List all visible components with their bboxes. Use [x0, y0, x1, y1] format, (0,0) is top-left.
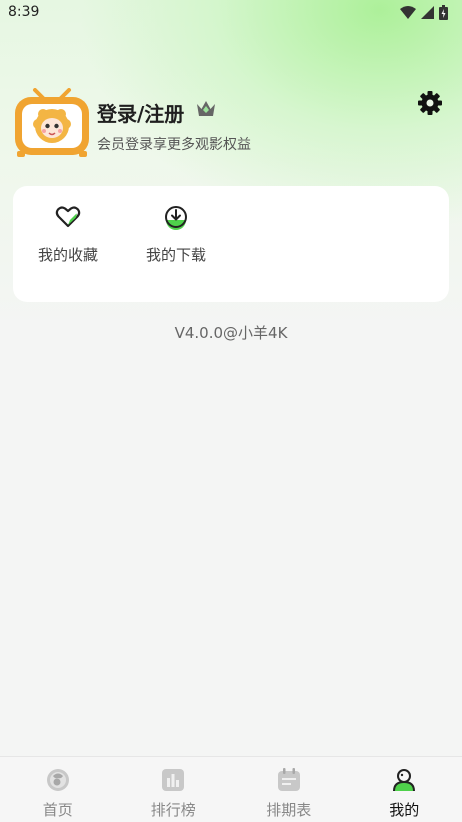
nav-tab-mine[interactable]: 我的	[347, 757, 462, 822]
my-downloads-button[interactable]: 我的下载	[131, 204, 221, 265]
nav-tab-home[interactable]: 首页	[0, 757, 116, 822]
settings-gear-icon[interactable]	[417, 90, 443, 116]
status-icons	[400, 5, 448, 20]
nav-label-ranking: 排行榜	[116, 799, 232, 820]
battery-icon	[439, 5, 448, 20]
version-text: V4.0.0@小羊4K	[0, 322, 462, 343]
status-bar: 8:39	[0, 0, 462, 26]
nav-tab-ranking[interactable]: 排行榜	[116, 757, 232, 822]
avatar[interactable]	[13, 88, 91, 158]
crown-icon	[196, 100, 216, 118]
my-favorites-label: 我的收藏	[23, 244, 113, 265]
member-benefit-text: 会员登录享更多观影权益	[97, 134, 251, 154]
home-icon	[45, 767, 71, 793]
status-time: 8:39	[8, 4, 39, 20]
quick-actions-card: 我的收藏 我的下载	[13, 186, 449, 302]
sheep-tv-logo-icon	[13, 88, 91, 158]
ranking-icon	[160, 767, 186, 793]
signal-icon	[421, 6, 434, 19]
calendar-icon	[276, 767, 302, 793]
login-register-link[interactable]: 登录/注册	[97, 98, 184, 127]
profile-icon	[391, 767, 417, 793]
nav-label-home: 首页	[0, 799, 116, 820]
heart-icon	[55, 204, 81, 230]
profile-header: 登录/注册 会员登录享更多观影权益	[13, 88, 449, 160]
nav-label-schedule: 排期表	[231, 799, 347, 820]
download-icon	[163, 204, 189, 230]
bottom-nav: 首页 排行榜 排期表 我的	[0, 756, 462, 822]
nav-label-mine: 我的	[347, 799, 462, 820]
wifi-icon	[400, 6, 416, 19]
my-downloads-label: 我的下载	[131, 244, 221, 265]
my-favorites-button[interactable]: 我的收藏	[23, 204, 113, 265]
nav-tab-schedule[interactable]: 排期表	[231, 757, 347, 822]
